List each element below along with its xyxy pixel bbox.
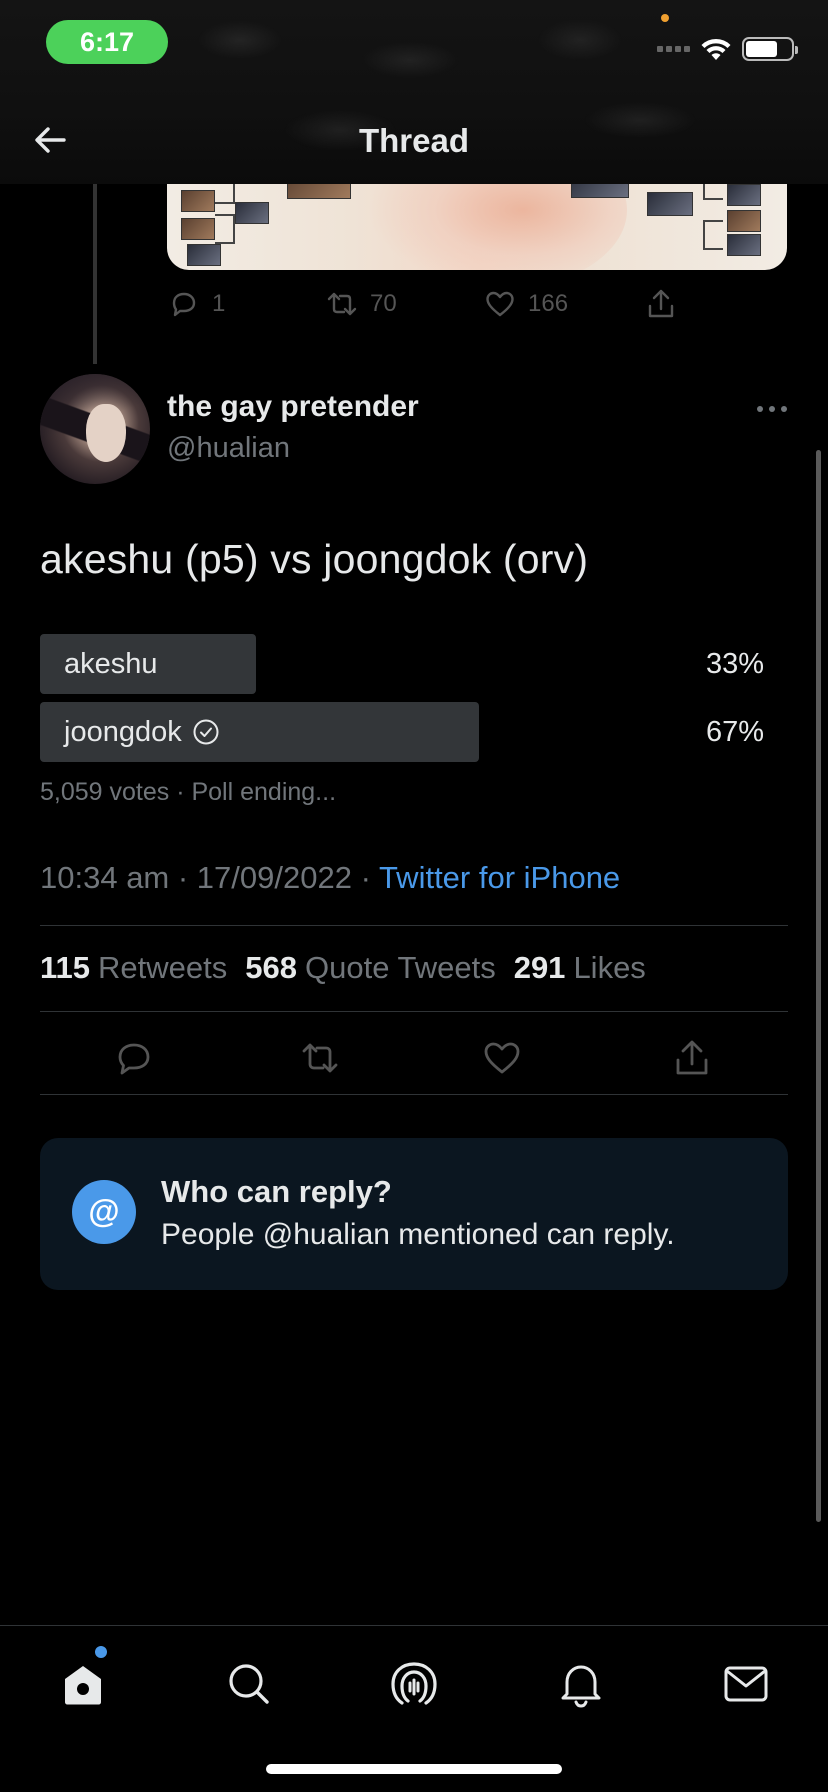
poll-meta: 5,059 votes · Poll ending... [40,778,337,806]
heart-icon[interactable] [482,1038,522,1078]
at-mention-icon: @ [72,1180,136,1244]
previous-tweet-actions: 1 70 166 [0,288,828,328]
heart-icon [486,291,514,317]
user-handle[interactable]: @hualian [167,432,290,465]
nav-home[interactable] [55,1656,111,1712]
reply-icon [172,292,196,317]
privacy-indicator [661,14,669,22]
tweet-time: 10:34 am · 17/09/2022 · [40,860,379,895]
status-icons [657,36,798,62]
divider [40,1094,788,1095]
divider [40,925,788,926]
notifications-icon [561,1665,601,1708]
cellular-signal-icon [657,46,690,52]
prev-retweet-count: 70 [370,290,397,317]
prev-reply-count: 1 [212,290,226,317]
likes-stat[interactable]: 291 Likes [514,950,646,986]
retweets-stat[interactable]: 115 Retweets [40,950,227,986]
nav-messages[interactable] [718,1656,774,1712]
avatar[interactable] [40,374,150,484]
reply-restriction-card: @ Who can reply? People @hualian mention… [40,1138,788,1290]
thread-connector-line [93,184,97,364]
search-icon [229,1664,269,1704]
retweet-icon[interactable] [300,1038,340,1078]
check-circle-icon [193,719,219,745]
poll-option: akeshu 33% [40,634,788,694]
prev-retweet-button[interactable]: 70 [326,288,397,320]
poll-option: joongdok 67% [40,702,788,762]
share-icon[interactable] [672,1038,712,1078]
more-options-icon[interactable] [752,396,792,422]
home-icon [65,1666,101,1705]
quote-tweets-stat[interactable]: 568 Quote Tweets [245,950,495,986]
tweet-stats: 115 Retweets 568 Quote Tweets 291 Likes [40,950,646,986]
prev-share-button[interactable] [645,288,677,320]
prev-like-count: 166 [528,290,569,317]
page-title: Thread [358,122,470,159]
nav-notifications[interactable] [553,1656,609,1712]
scrollbar[interactable] [816,450,821,1522]
divider [40,1011,788,1012]
tweet-source-link[interactable]: Twitter for iPhone [379,860,620,895]
home-indicator[interactable] [266,1764,562,1774]
tweet-text: akeshu (p5) vs joongdok (orv) [40,536,589,582]
status-time: 6:17 [46,20,168,64]
thread-header: Thread [0,100,828,180]
poll-option-percent: 67% [705,716,764,748]
tweet-timestamp: 10:34 am · 17/09/2022 · Twitter for iPho… [40,860,620,896]
reply-restriction-title: Who can reply? [161,1174,392,1209]
poll-option-percent: 33% [705,648,764,680]
nav-spaces[interactable] [386,1656,442,1712]
reply-restriction-subtitle: People @hualian mentioned can reply. [161,1218,675,1251]
battery-icon [742,37,798,61]
nav-search[interactable] [221,1656,277,1712]
prev-like-button[interactable]: 166 [484,288,568,320]
display-name[interactable]: the gay pretender [167,390,419,424]
retweet-icon [327,292,357,316]
home-notification-dot [95,1646,107,1658]
tweet-action-bar [40,1030,788,1086]
reply-icon[interactable] [114,1038,154,1078]
messages-icon [724,1666,768,1702]
spaces-icon [391,1662,437,1705]
poll-option-label: joongdok [64,716,182,748]
prev-reply-button[interactable]: 1 [168,288,225,320]
poll-option-label: akeshu [64,648,158,680]
wifi-icon [701,38,731,60]
share-icon [648,289,674,318]
